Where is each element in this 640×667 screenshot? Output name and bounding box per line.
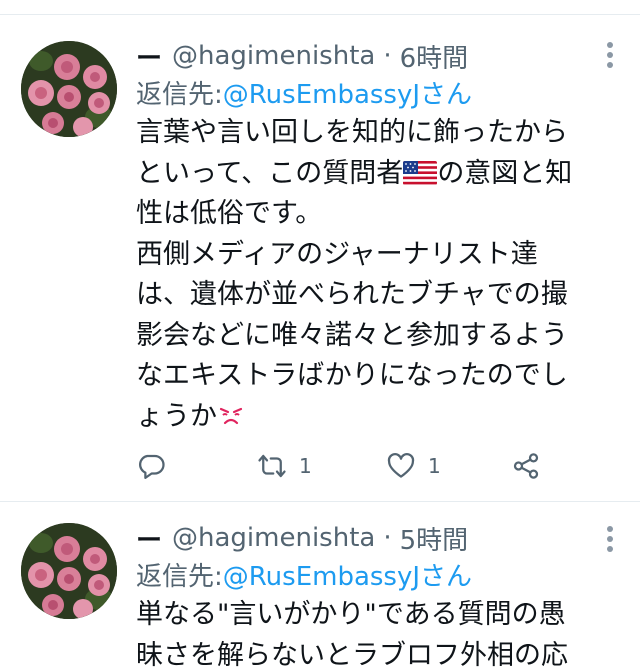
tweet[interactable]: ー @hagimenishta · 5時間 返信先: @RusEmbassyJさ… <box>0 503 640 667</box>
tweet-text: 単なる"言いがかり"である質問の愚 昧さを解らないとラブロフ外相の応 <box>136 595 618 667</box>
tweet[interactable]: ー @hagimenishta · 6時間 返信先: @RusEmbassyJさ… <box>0 15 640 502</box>
share-icon <box>511 451 541 481</box>
handle[interactable]: @hagimenishta <box>172 523 375 553</box>
more-options-icon[interactable] <box>604 42 616 68</box>
reply-label: 返信先: <box>136 79 223 110</box>
tweet-text-line: 単なる"言いがかり"である質問の愚 <box>136 599 566 630</box>
heart-icon <box>386 451 416 481</box>
separator: · <box>383 41 392 71</box>
tweet-header: ー @hagimenishta · 5時間 <box>136 520 618 557</box>
tweet-text-line: なエキストラばかりになったのでし <box>136 360 568 391</box>
reply-mention-link[interactable]: @RusEmbassyJさん <box>223 556 472 593</box>
reply-context: 返信先: @RusEmbassyJさん <box>136 555 618 593</box>
like-count: 1 <box>428 454 441 478</box>
tweet-text-segment: の意図と知 <box>437 157 573 189</box>
tweet-text-line: 影会などに唯々諾々と参加するよう <box>136 319 568 351</box>
tweet-content: ー @hagimenishta · 6時間 返信先: @RusEmbassyJさ… <box>136 39 618 437</box>
tweet-text-line: 西側メディアのジャーナリスト達 <box>136 238 538 270</box>
tweet-text-line: ょうか <box>136 397 618 438</box>
retweet-count: 1 <box>299 454 312 478</box>
tweet-text-line: 性は低俗です。 <box>136 198 323 229</box>
reply-mention-link[interactable]: @RusEmbassyJさん <box>223 74 472 111</box>
tweet-text-line: といって、この質問者 の意図と知 <box>136 154 618 195</box>
share-button[interactable] <box>511 448 541 484</box>
tweet-header: ー @hagimenishta · 6時間 <box>136 38 618 75</box>
avatar[interactable] <box>21 523 117 619</box>
display-name[interactable]: ー <box>136 38 162 75</box>
separator: · <box>383 523 392 553</box>
reply-button[interactable] <box>136 448 166 484</box>
retweet-icon <box>257 451 287 481</box>
reply-context: 返信先: @RusEmbassyJさん <box>136 73 618 111</box>
tweet-text-line: 昧さを解らないとラブロフ外相の応 <box>136 639 568 667</box>
tweet-content: ー @hagimenishta · 5時間 返信先: @RusEmbassyJさ… <box>136 521 618 667</box>
tweet-text-segment: といって、この質問者 <box>136 157 404 189</box>
timestamp[interactable]: 6時間 <box>400 38 469 75</box>
us-flag-icon <box>403 160 438 185</box>
timestamp[interactable]: 5時間 <box>400 520 469 557</box>
tweet-text: 言葉や言い回しを知的に飾ったから といって、この質問者 の意図と知 性は低俗です… <box>136 113 618 437</box>
handle[interactable]: @hagimenishta <box>172 41 375 71</box>
display-name[interactable]: ー <box>136 520 162 557</box>
like-button[interactable]: 1 <box>386 448 441 484</box>
reply-icon <box>136 451 166 481</box>
tweet-actions: 1 1 <box>136 448 556 484</box>
tweet-text-line: 言葉や言い回しを知的に飾ったから <box>136 117 568 148</box>
reply-label: 返信先: <box>136 561 223 592</box>
tweet-text-segment: ょうか <box>136 400 217 432</box>
tweet-text-line: は、遺体が並べられたブチャでの撮 <box>136 279 568 310</box>
more-options-icon[interactable] <box>604 526 616 552</box>
angry-face-icon <box>217 399 245 424</box>
retweet-button[interactable]: 1 <box>257 448 312 484</box>
avatar[interactable] <box>21 41 117 137</box>
